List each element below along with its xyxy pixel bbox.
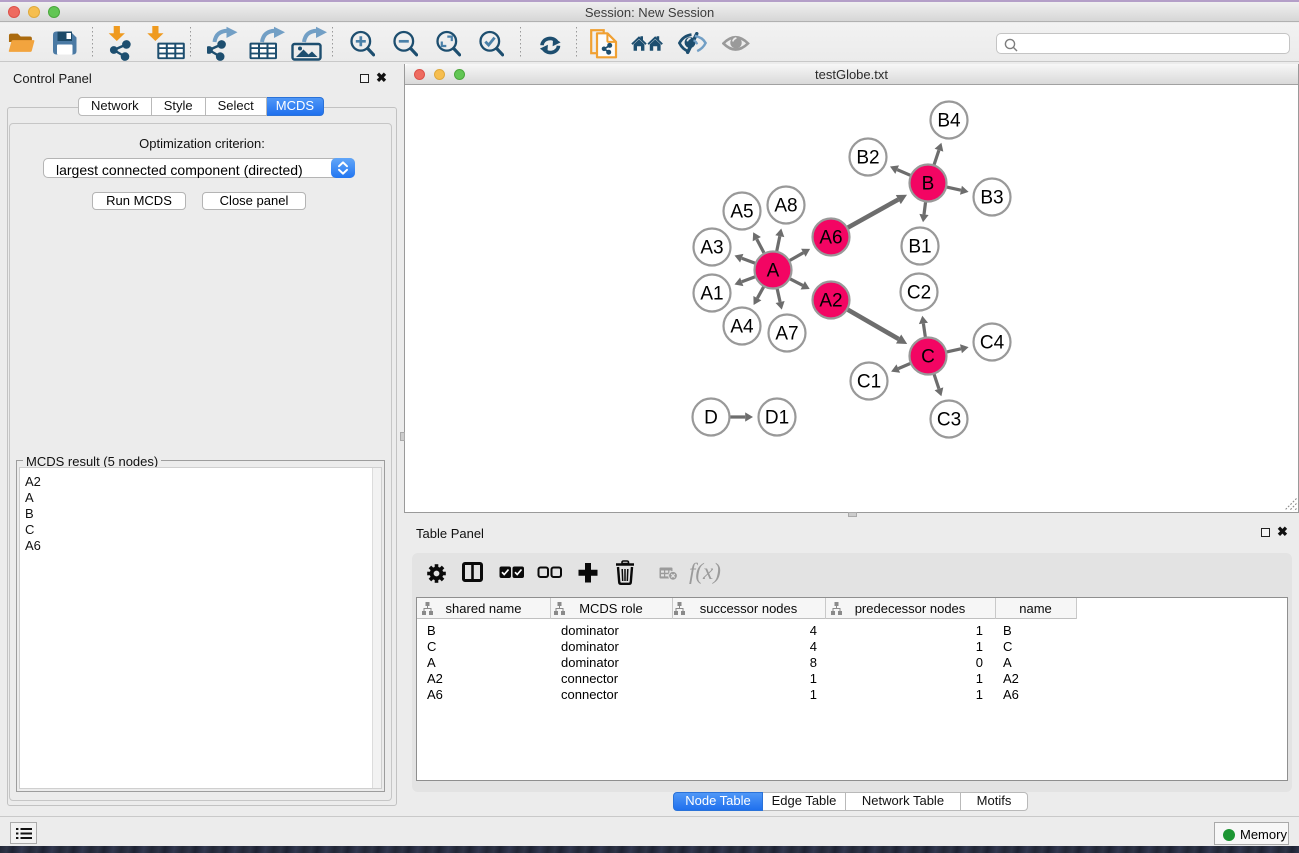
svg-text:A1: A1 — [700, 284, 723, 305]
svg-text:D1: D1 — [765, 408, 789, 429]
svg-text:D: D — [704, 408, 718, 429]
svg-text:B1: B1 — [908, 237, 931, 258]
svg-text:A5: A5 — [730, 202, 753, 223]
svg-text:A6: A6 — [819, 228, 842, 249]
svg-text:A: A — [767, 261, 780, 282]
svg-text:B3: B3 — [980, 188, 1003, 209]
svg-text:C4: C4 — [980, 333, 1005, 354]
svg-text:C3: C3 — [937, 410, 961, 431]
svg-text:C1: C1 — [857, 372, 881, 393]
svg-text:B: B — [922, 174, 935, 195]
svg-text:A7: A7 — [775, 324, 798, 345]
svg-text:C2: C2 — [907, 283, 931, 304]
svg-text:A2: A2 — [819, 291, 842, 312]
svg-text:B2: B2 — [856, 148, 879, 169]
svg-text:A4: A4 — [730, 317, 754, 338]
svg-text:A8: A8 — [774, 196, 797, 217]
svg-text:B4: B4 — [937, 111, 961, 132]
svg-text:A3: A3 — [700, 238, 723, 259]
svg-text:C: C — [921, 347, 935, 368]
